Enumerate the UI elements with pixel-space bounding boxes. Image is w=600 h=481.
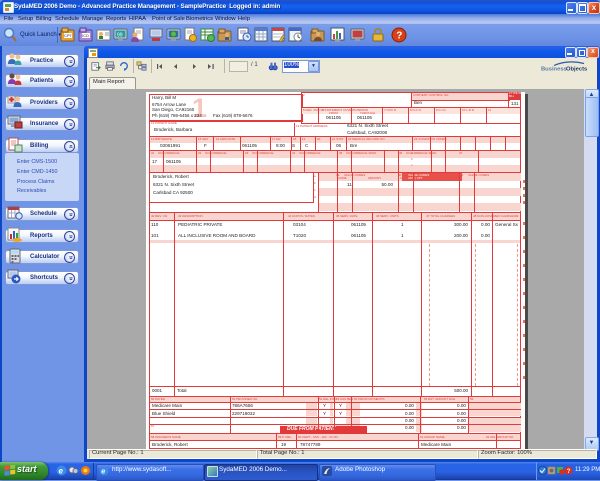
svg-text:CPT: CPT xyxy=(64,33,73,38)
svg-text:?: ? xyxy=(396,31,402,42)
svg-text:ICD: ICD xyxy=(82,33,89,38)
svg-text:e: e xyxy=(59,467,64,476)
svg-text:99: 99 xyxy=(117,33,123,39)
svg-text:Objects: Objects xyxy=(566,67,587,73)
svg-text:?: ? xyxy=(567,469,571,475)
svg-text:Business: Business xyxy=(541,67,567,73)
svg-text:e: e xyxy=(101,467,105,476)
